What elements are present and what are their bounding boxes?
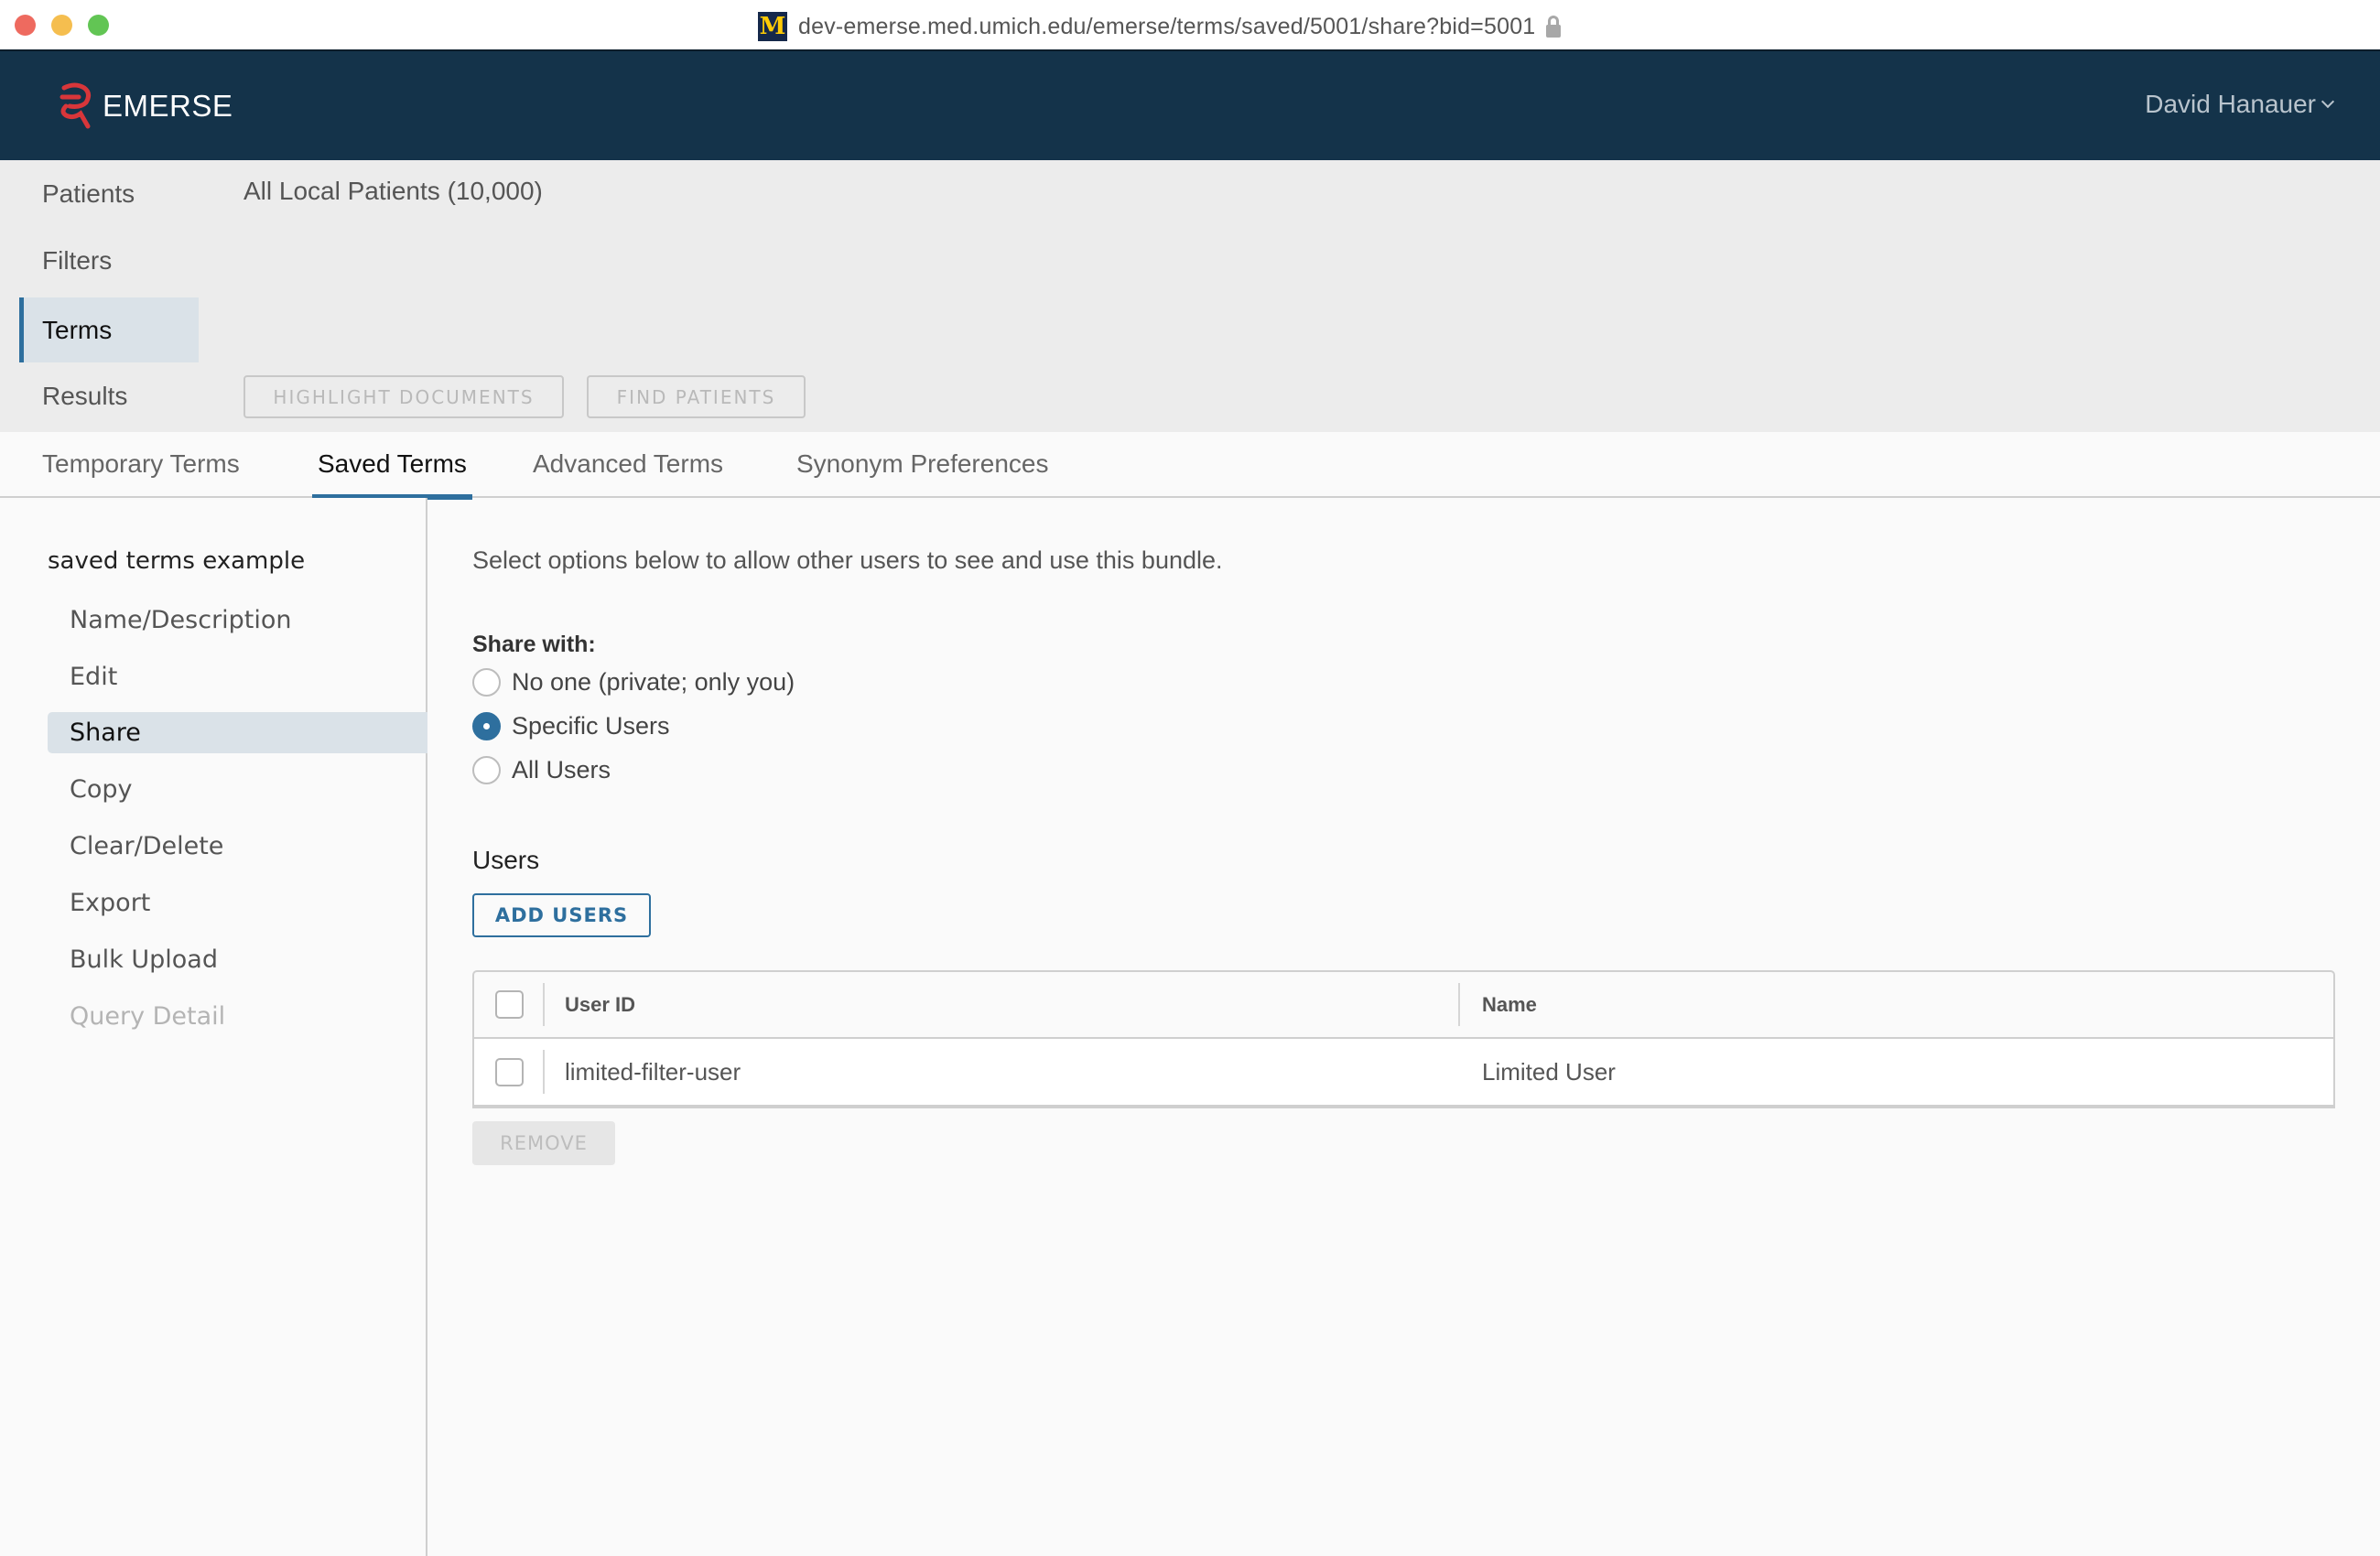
sidebar-item-query-detail: Query Detail (70, 1002, 226, 1031)
minimize-window-button[interactable] (51, 15, 72, 36)
bundle-sidebar: saved terms example Name/Description Edi… (0, 498, 427, 1556)
radio-label: Specific Users (512, 712, 670, 740)
emerse-logo[interactable]: EMERSE (57, 81, 233, 132)
row-checkbox[interactable] (495, 1057, 524, 1086)
app-header: EMERSE David Hanauer (0, 51, 2380, 160)
user-id-cell: limited-filter-user (545, 1039, 1460, 1105)
row-select-cell (474, 1039, 545, 1105)
sidebar-item-bulk-upload[interactable]: Bulk Upload (48, 939, 427, 980)
users-heading: Users (472, 846, 540, 874)
remove-button[interactable]: REMOVE (472, 1121, 615, 1165)
url-text[interactable]: dev-emerse.med.umich.edu/emerse/terms/sa… (798, 14, 1535, 40)
column-header-name[interactable]: Name (1460, 972, 2333, 1037)
workflow-nav-results[interactable]: Results (19, 363, 199, 428)
chevron-down-icon (2320, 94, 2335, 109)
address-bar[interactable]: M dev-emerse.med.umich.edu/emerse/terms/… (758, 12, 1562, 41)
radio-option-no-one[interactable]: No one (private; only you) (472, 668, 795, 697)
browser-title-bar: M dev-emerse.med.umich.edu/emerse/terms/… (0, 0, 2380, 51)
tab-synonym-preferences[interactable]: Synonym Preferences (791, 432, 1054, 496)
close-window-button[interactable] (15, 15, 36, 36)
bundle-title: saved terms example (48, 547, 306, 575)
sidebar-item-share[interactable]: Share (48, 712, 427, 753)
patients-selection-value[interactable]: All Local Patients (10,000) (243, 177, 543, 206)
lock-icon (1546, 16, 1562, 38)
share-instructions: Select options below to allow other user… (472, 546, 1223, 574)
user-menu[interactable]: David Hanauer (2145, 90, 2335, 119)
add-users-button[interactable]: ADD USERS (472, 893, 651, 937)
column-header-user-id[interactable]: User ID (545, 972, 1460, 1037)
share-panel: Select options below to allow other user… (429, 498, 2380, 1556)
radio-option-specific-users[interactable]: Specific Users (472, 712, 670, 740)
terms-tabs: Temporary Terms Saved Terms Advanced Ter… (0, 432, 2380, 500)
user-name: David Hanauer (2145, 90, 2316, 118)
share-with-label: Share with: (472, 632, 596, 657)
workflow-panel: Patients Filters Terms Results All Local… (0, 160, 2380, 432)
radio-button[interactable] (472, 756, 501, 784)
users-table: User ID Name limited-filter-user Limited… (472, 970, 2335, 1108)
workflow-nav-patients[interactable]: Patients (19, 161, 199, 226)
maximize-window-button[interactable] (88, 15, 109, 36)
sidebar-item-name-description[interactable]: Name/Description (48, 600, 427, 641)
column-header-label: User ID (565, 992, 636, 1016)
sidebar-item-export[interactable]: Export (48, 882, 427, 924)
radio-label: All Users (512, 756, 611, 783)
user-name-cell: Limited User (1460, 1039, 2333, 1105)
emerse-logo-icon (60, 82, 92, 129)
radio-option-all-users[interactable]: All Users (472, 756, 611, 784)
tab-temporary-terms[interactable]: Temporary Terms (37, 432, 245, 496)
workflow-nav-terms[interactable]: Terms (19, 297, 199, 362)
highlight-documents-button[interactable]: HIGHLIGHT DOCUMENTS (243, 375, 564, 418)
column-header-label: Name (1482, 992, 1537, 1016)
user-id-value: limited-filter-user (565, 1057, 741, 1086)
tab-advanced-terms[interactable]: Advanced Terms (527, 432, 729, 496)
table-row[interactable]: limited-filter-user Limited User (474, 1039, 2333, 1105)
workflow-nav-filters[interactable]: Filters (19, 228, 199, 293)
radio-button-selected[interactable] (472, 712, 501, 740)
table-header-row: User ID Name (474, 972, 2333, 1039)
radio-label: No one (private; only you) (512, 668, 795, 696)
sidebar-item-copy[interactable]: Copy (48, 769, 427, 810)
find-patients-button[interactable]: FIND PATIENTS (587, 375, 806, 418)
brand-name: EMERSE (103, 89, 233, 123)
radio-button[interactable] (472, 668, 501, 697)
umich-block-m-icon: M (758, 12, 787, 41)
sidebar-item-edit[interactable]: Edit (48, 656, 427, 697)
user-name-value: Limited User (1482, 1057, 1616, 1086)
sidebar-item-clear-delete[interactable]: Clear/Delete (48, 826, 427, 867)
tab-saved-terms[interactable]: Saved Terms (312, 432, 472, 500)
select-all-checkbox[interactable] (495, 990, 524, 1019)
select-all-cell (474, 972, 545, 1037)
